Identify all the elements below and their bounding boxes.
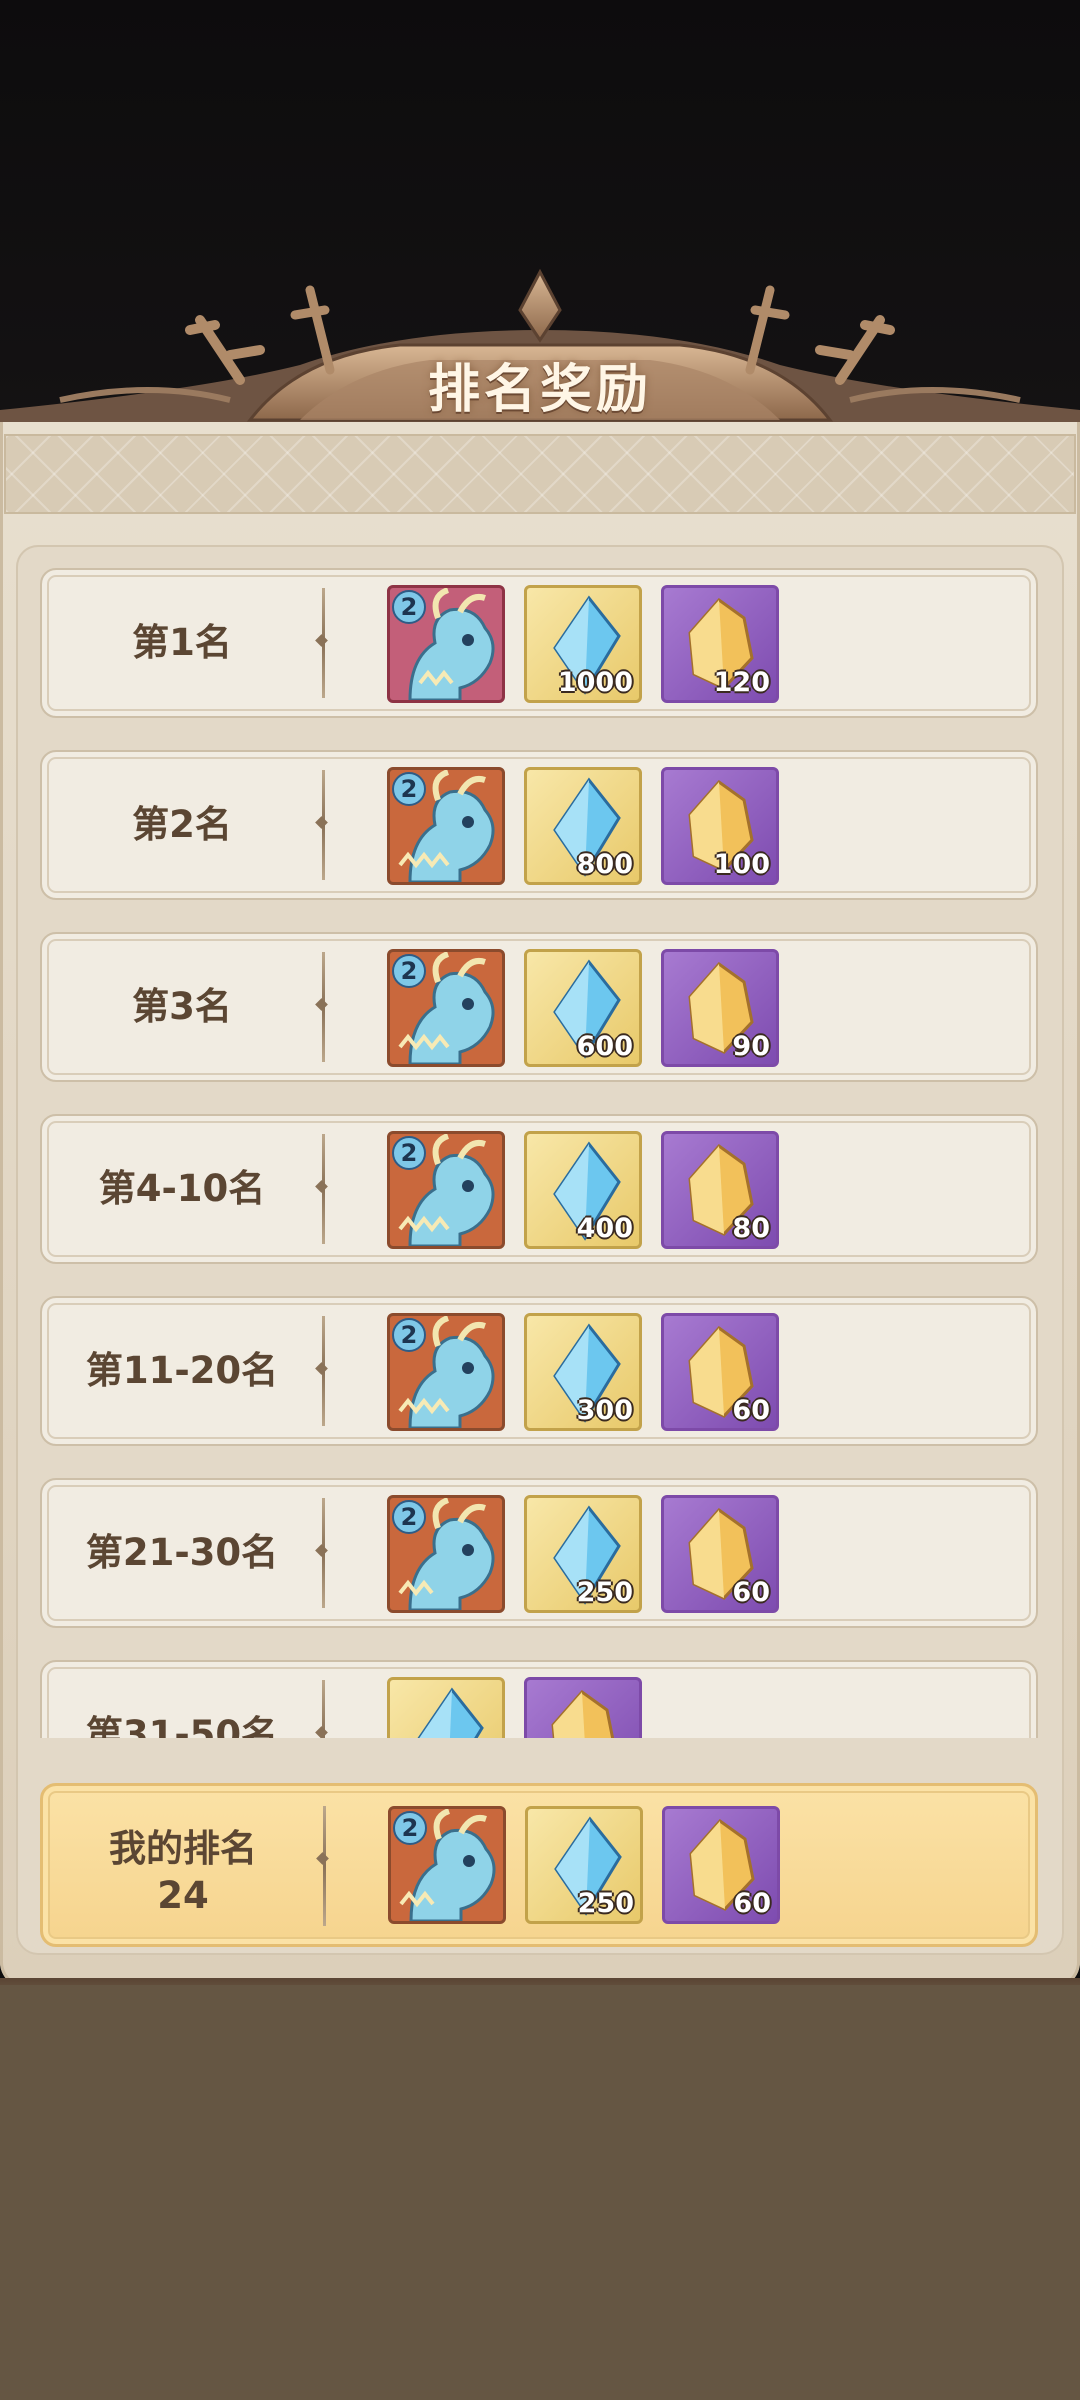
crystal-quantity: 60 [733, 1888, 771, 1919]
background-bottom [0, 1985, 1080, 2400]
dragon-hero-icon[interactable]: 2 [387, 767, 505, 885]
reward-row-6: 第21-30名 2 250 60 [40, 1478, 1038, 1628]
reward-row-5: 第11-20名 2 300 60 [40, 1296, 1038, 1446]
hero-star-badge: 2 [392, 590, 426, 624]
row-divider [322, 1498, 325, 1608]
blue-gem-icon[interactable]: 250 [525, 1806, 643, 1924]
gold-crystal-icon[interactable]: 100 [661, 767, 779, 885]
row-divider [322, 1316, 325, 1426]
blue-gem-icon[interactable]: 1000 [524, 585, 642, 703]
row-divider [322, 952, 325, 1062]
gem-quantity: 250 [577, 1888, 634, 1919]
my-rank-label: 我的排名 [109, 1827, 257, 1870]
crystal-quantity: 60 [732, 1577, 770, 1608]
hero-star-badge: 2 [392, 1318, 426, 1352]
gold-crystal-icon[interactable]: 120 [661, 585, 779, 703]
rank-label: 第4-10名 [98, 1167, 266, 1210]
page-title: 排名奖励 [427, 359, 652, 420]
ranking-rewards-screen: 排名奖励 第1名 2 1000 120 第2名 2 800 100 第3名 2 … [0, 0, 1080, 2400]
dragon-hero-icon[interactable]: 2 [388, 1806, 506, 1924]
rank-label: 第11-20名 [85, 1349, 279, 1392]
hero-star-badge: 2 [393, 1811, 427, 1845]
crystal-quantity: 120 [713, 667, 770, 698]
rank-label: 第31-50名 [85, 1713, 279, 1738]
rank-label: 第2名 [132, 803, 232, 846]
rank-label: 第1名 [132, 621, 232, 664]
rewards-list[interactable]: 第1名 2 1000 120 第2名 2 800 100 第3名 2 600 9… [0, 550, 1080, 1738]
dragon-hero-icon[interactable]: 2 [387, 949, 505, 1067]
my-rank-value: 24 [157, 1874, 209, 1917]
gem-quantity: 300 [576, 1395, 633, 1426]
row-divider [322, 770, 325, 880]
gold-crystal-icon[interactable]: 60 [662, 1806, 780, 1924]
blue-gem-icon[interactable]: 600 [524, 949, 642, 1067]
reward-row-7: 第31-50名 [40, 1660, 1038, 1738]
gem-quantity: 400 [576, 1213, 633, 1244]
gold-crystal-icon[interactable] [524, 1677, 642, 1738]
reward-row-4: 第4-10名 2 400 80 [40, 1114, 1038, 1264]
blue-gem-icon[interactable]: 250 [524, 1495, 642, 1613]
blue-gem-icon[interactable]: 800 [524, 767, 642, 885]
crystal-quantity: 100 [713, 849, 770, 880]
gem-quantity: 1000 [557, 667, 633, 698]
reward-row-2: 第2名 2 800 100 [40, 750, 1038, 900]
blue-gem-icon[interactable]: 400 [524, 1131, 642, 1249]
rank-label: 第21-30名 [85, 1531, 279, 1574]
gem-quantity: 600 [576, 1031, 633, 1062]
hero-star-badge: 2 [392, 772, 426, 806]
gem-quantity: 800 [576, 849, 633, 880]
crystal-quantity: 60 [732, 1395, 770, 1426]
crystal-quantity: 80 [732, 1213, 770, 1244]
blue-gem-icon[interactable] [387, 1677, 505, 1738]
reward-row-3: 第3名 2 600 90 [40, 932, 1038, 1082]
hero-star-badge: 2 [392, 1136, 426, 1170]
hero-star-badge: 2 [392, 954, 426, 988]
rank-label: 第3名 [132, 985, 232, 1028]
row-divider [322, 588, 325, 698]
gold-crystal-icon[interactable]: 60 [661, 1495, 779, 1613]
reward-row-1: 第1名 2 1000 120 [40, 568, 1038, 718]
gold-crystal-icon[interactable]: 90 [661, 949, 779, 1067]
row-divider [323, 1806, 326, 1926]
hero-star-badge: 2 [392, 1500, 426, 1534]
row-divider [322, 1680, 325, 1738]
blue-gem-icon[interactable]: 300 [524, 1313, 642, 1431]
dragon-hero-icon[interactable]: 2 [387, 1495, 505, 1613]
dragon-hero-icon[interactable]: 2 [387, 585, 505, 703]
crystal-quantity: 90 [732, 1031, 770, 1062]
my-rank-row: 我的排名 24 2 250 60 [40, 1783, 1038, 1947]
gold-crystal-icon[interactable]: 60 [661, 1313, 779, 1431]
gem-quantity: 250 [576, 1577, 633, 1608]
gold-crystal-icon[interactable]: 80 [661, 1131, 779, 1249]
row-divider [322, 1134, 325, 1244]
dragon-hero-icon[interactable]: 2 [387, 1131, 505, 1249]
dragon-hero-icon[interactable]: 2 [387, 1313, 505, 1431]
